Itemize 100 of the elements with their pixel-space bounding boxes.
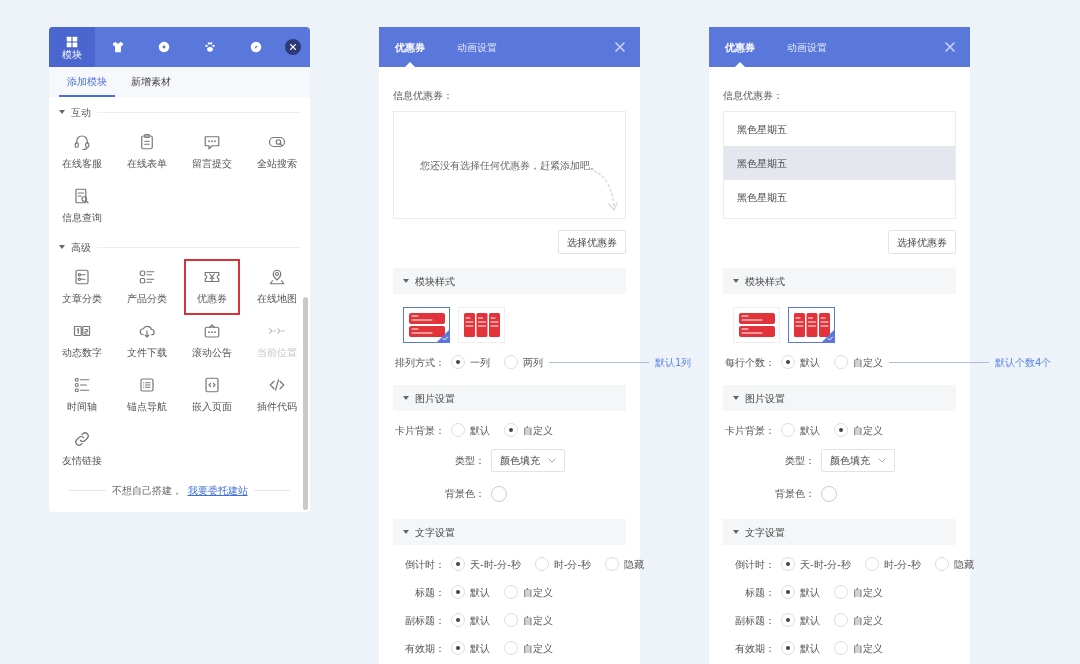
module-item[interactable]: 嵌入页面 (183, 367, 240, 423)
radio-button[interactable] (834, 641, 848, 655)
list-icon (137, 268, 156, 286)
compass-icon (249, 40, 263, 54)
nav-tab[interactable]: 模块 (49, 27, 95, 67)
radio-button[interactable] (451, 641, 465, 655)
radio-button[interactable] (451, 355, 465, 369)
field-label: 标题： (414, 585, 445, 600)
sub-tab[interactable]: 新增素材 (123, 67, 179, 97)
scrollbar[interactable] (303, 297, 308, 510)
dotted-arrow-drawing (591, 168, 619, 214)
module-item[interactable]: 在线客服 (53, 124, 110, 180)
module-item[interactable]: 信息查询 (53, 178, 110, 234)
module-item[interactable]: 锚点导航 (118, 367, 175, 423)
coupon-columns-drawing (462, 312, 501, 338)
shirt-icon (111, 40, 125, 54)
check-corner-icon (822, 330, 834, 342)
radio-label: 一列 (470, 355, 490, 370)
coupon-row[interactable]: 黑色星期五 (724, 146, 955, 180)
radio-button[interactable] (834, 355, 848, 369)
radio-button[interactable] (504, 613, 518, 627)
radio-button[interactable] (781, 585, 795, 599)
link-icon (72, 430, 91, 448)
radio-button[interactable] (451, 557, 465, 571)
radio-button[interactable] (834, 613, 848, 627)
field-label: 卡片背景： (724, 423, 775, 438)
select-coupon-button[interactable]: 选择优惠券 (888, 230, 956, 254)
radio-button[interactable] (504, 355, 518, 369)
field-label: 信息优惠券： (723, 89, 784, 103)
module-item[interactable]: 插件代码 (248, 367, 305, 423)
module-item[interactable]: 文章分类 (53, 259, 110, 315)
sub-tab[interactable]: 添加模块 (59, 67, 115, 97)
module-item[interactable]: 产品分类 (118, 259, 175, 315)
section-header[interactable]: 模块样式 (723, 268, 956, 294)
module-item[interactable]: 优惠券 (183, 259, 240, 315)
radio-button[interactable] (605, 557, 620, 571)
radio-label: 时-分-秒 (883, 557, 922, 572)
panel-tab[interactable]: 动画设置 (771, 27, 843, 67)
radio-button[interactable] (781, 423, 795, 437)
radio-label: 自定义 (853, 585, 883, 600)
module-item[interactable]: 文件下载 (118, 313, 175, 369)
section-title[interactable]: 互动 (71, 104, 91, 120)
section-title[interactable]: 高级 (71, 239, 91, 255)
radio-button[interactable] (504, 585, 518, 599)
module-item[interactable]: 留言提交 (183, 124, 240, 180)
radio-button[interactable] (781, 355, 795, 369)
layout-option[interactable] (788, 307, 835, 343)
document-search-icon (72, 187, 91, 205)
radio-button[interactable] (834, 585, 848, 599)
select-coupon-button[interactable]: 选择优惠券 (558, 230, 626, 254)
radio-button[interactable] (451, 423, 465, 437)
section-header[interactable]: 文字设置 (723, 519, 956, 545)
radio-button[interactable] (781, 557, 795, 571)
module-item[interactable]: 友情链接 (53, 421, 110, 477)
annotation-text: 默认1列 (655, 355, 692, 370)
radio-label: 默认 (470, 423, 490, 438)
section-header[interactable]: 文字设置 (393, 519, 626, 545)
radio-button[interactable] (534, 557, 549, 571)
section-header[interactable]: 图片设置 (393, 385, 626, 411)
panel-tab[interactable]: 优惠券 (709, 27, 771, 67)
radio-label: 默认 (470, 613, 490, 628)
module-item[interactable]: 动态数字 (53, 313, 110, 369)
radio-label: 默认 (800, 613, 820, 628)
field-label: 倒计时： (404, 557, 445, 572)
field-label: 类型： (454, 454, 485, 468)
radio-button[interactable] (451, 613, 465, 627)
field-label: 类型： (784, 454, 815, 468)
module-item[interactable]: 时间轴 (53, 367, 110, 423)
radio-button[interactable] (504, 641, 518, 655)
module-item[interactable]: 滚动公告 (183, 313, 240, 369)
field-label: 卡片背景： (394, 423, 445, 438)
section-header[interactable]: 模块样式 (393, 268, 626, 294)
layout-option[interactable] (403, 307, 450, 343)
field-label: 副标题： (734, 613, 775, 628)
module-item[interactable]: 在线表单 (118, 124, 175, 180)
paw-icon (203, 40, 217, 54)
coupon-row[interactable]: 黑色星期五 (724, 180, 955, 214)
color-swatch[interactable] (491, 485, 507, 502)
close-icon (289, 43, 297, 51)
color-swatch[interactable] (821, 485, 837, 502)
radio-button[interactable] (834, 423, 848, 437)
panel-tab[interactable]: 动画设置 (441, 27, 513, 67)
radio-button[interactable] (451, 585, 465, 599)
radio-label: 自定义 (853, 423, 883, 438)
module-item[interactable]: 在线地图 (248, 259, 305, 315)
radio-button[interactable] (504, 423, 518, 437)
module-item[interactable]: 全站搜索 (248, 124, 305, 180)
panel-tab[interactable]: 优惠券 (379, 27, 441, 67)
radio-button[interactable] (781, 641, 795, 655)
radio-button[interactable] (864, 557, 879, 571)
radio-label: 默认 (470, 585, 490, 600)
delegate-link[interactable]: 我要委托建站 (187, 483, 248, 498)
type-dropdown[interactable]: 颜色填充 (491, 449, 565, 472)
radio-button[interactable] (935, 557, 950, 571)
coupon-row[interactable]: 黑色星期五 (724, 112, 955, 146)
radio-button[interactable] (781, 613, 795, 627)
close-button[interactable] (285, 39, 301, 55)
type-dropdown[interactable]: 颜色填充 (821, 449, 895, 472)
section-header[interactable]: 图片设置 (723, 385, 956, 411)
radio-label: 天-时-分-秒 (470, 557, 521, 572)
